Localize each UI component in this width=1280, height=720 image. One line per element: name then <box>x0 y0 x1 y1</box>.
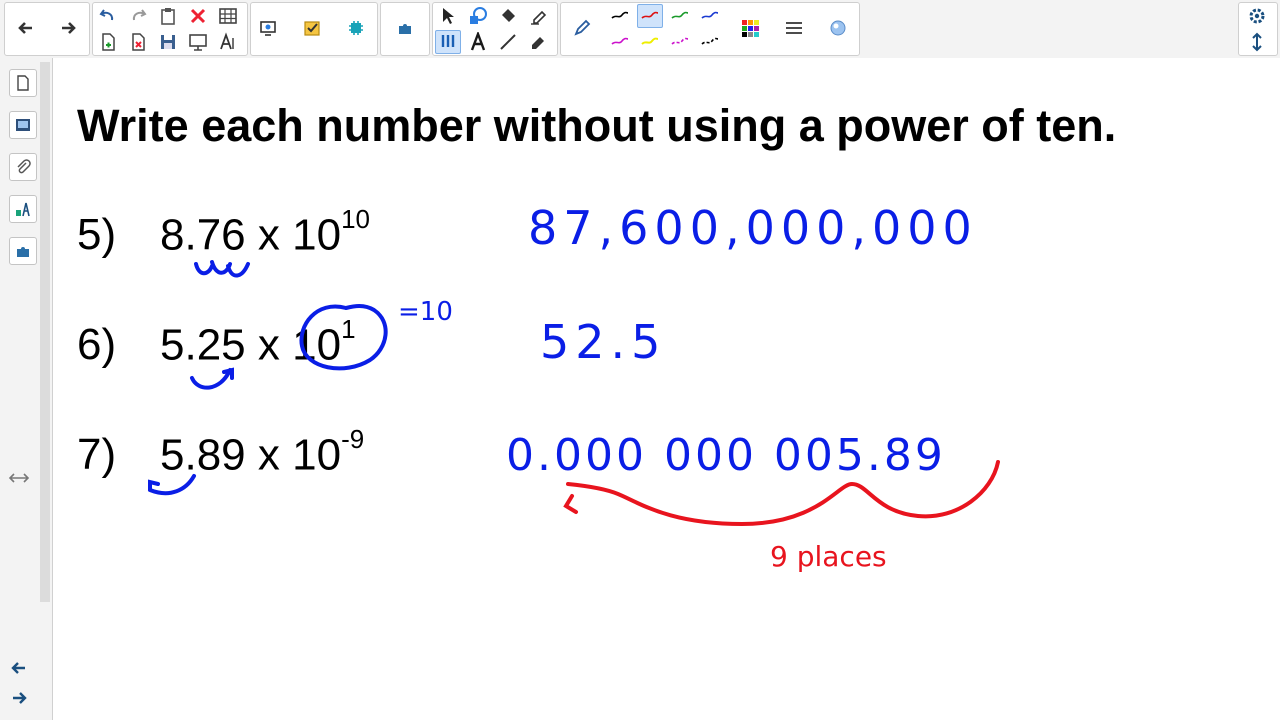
eraser-icon[interactable] <box>525 30 551 54</box>
page-title: Write each number without using a power … <box>77 100 1117 151</box>
screen-shade-icon[interactable] <box>185 30 211 54</box>
base: 10 <box>292 430 342 480</box>
exponent: -9 <box>341 424 365 454</box>
text-icon[interactable] <box>465 30 491 54</box>
back-arrow-icon[interactable] <box>13 16 39 40</box>
save-icon[interactable] <box>155 30 181 54</box>
addon-puzzle-icon[interactable] <box>392 16 418 40</box>
problem-number: 7) <box>77 430 117 479</box>
delete-page-icon[interactable] <box>125 30 151 54</box>
problem-expression: 5.25 x 101 <box>160 314 356 371</box>
pen-style-black-icon[interactable] <box>607 4 633 28</box>
pen-style-magenta-icon[interactable] <box>607 30 633 54</box>
addon-group <box>380 2 430 56</box>
delete-icon[interactable] <box>185 4 211 28</box>
color-palette-icon[interactable] <box>737 16 763 40</box>
page-sorter-icon[interactable] <box>9 69 37 97</box>
previous-page-icon[interactable] <box>9 658 29 678</box>
problem-number: 5) <box>77 210 117 259</box>
shapes-icon[interactable] <box>465 4 491 28</box>
add-ons-icon[interactable] <box>9 237 37 265</box>
text-recognition-icon[interactable] <box>215 30 241 54</box>
magic-pen-icon[interactable] <box>825 16 851 40</box>
pen-style-yellow-icon[interactable] <box>637 30 663 54</box>
whiteboard-page[interactable] <box>53 58 1280 720</box>
pen-styles-icon[interactable] <box>435 30 461 54</box>
tools-group <box>250 2 378 56</box>
sidebar-scrollbar[interactable] <box>40 62 50 602</box>
resize-sidebar-icon[interactable] <box>8 470 30 486</box>
pen-style-blue-icon[interactable] <box>697 4 723 28</box>
properties-icon[interactable] <box>9 195 37 223</box>
select-icon[interactable] <box>435 4 461 28</box>
paste-icon[interactable] <box>155 4 181 28</box>
attachments-icon[interactable] <box>9 153 37 181</box>
forward-arrow-icon[interactable] <box>55 16 81 40</box>
pen-style-red-icon[interactable] <box>637 4 663 28</box>
eraser-fill-icon[interactable] <box>525 4 551 28</box>
problem-number: 6) <box>77 320 117 369</box>
times-sign: x <box>257 430 280 480</box>
mantissa: 5.89 <box>160 430 246 480</box>
times-sign: x <box>257 320 280 370</box>
document-camera-icon[interactable] <box>255 16 281 40</box>
base: 10 <box>292 210 342 260</box>
mantissa: 8.76 <box>160 210 246 260</box>
fill-icon[interactable] <box>495 4 521 28</box>
undo-icon[interactable] <box>95 4 121 28</box>
line-icon[interactable] <box>495 30 521 54</box>
exponent: 1 <box>341 314 356 344</box>
next-page-icon[interactable] <box>9 688 29 708</box>
add-on-icon[interactable] <box>343 16 369 40</box>
pen-group <box>560 2 860 56</box>
drawing-tools-group <box>432 2 558 56</box>
times-sign: x <box>257 210 280 260</box>
line-properties-icon[interactable] <box>781 16 807 40</box>
problem-expression: 8.76 x 1010 <box>160 204 370 261</box>
problem-expression: 5.89 x 10-9 <box>160 424 364 481</box>
edit-group <box>92 2 248 56</box>
mantissa: 5.25 <box>160 320 246 370</box>
main-toolbar <box>0 0 1280 59</box>
pen-icon[interactable] <box>569 16 595 40</box>
base: 10 <box>292 320 342 370</box>
exponent: 10 <box>341 204 370 234</box>
settings-icon[interactable] <box>1244 4 1270 28</box>
response-icon[interactable] <box>299 16 325 40</box>
table-icon[interactable] <box>215 4 241 28</box>
pen-style-dashed-black-icon[interactable] <box>697 30 723 54</box>
gallery-icon[interactable] <box>9 111 37 139</box>
toolbar-position-icon[interactable] <box>1244 30 1270 54</box>
right-group <box>1238 2 1278 56</box>
redo-icon[interactable] <box>125 4 151 28</box>
pen-style-dashed-magenta-icon[interactable] <box>667 30 693 54</box>
pen-style-green-icon[interactable] <box>667 4 693 28</box>
new-page-icon[interactable] <box>95 30 121 54</box>
nav-group <box>4 2 90 56</box>
